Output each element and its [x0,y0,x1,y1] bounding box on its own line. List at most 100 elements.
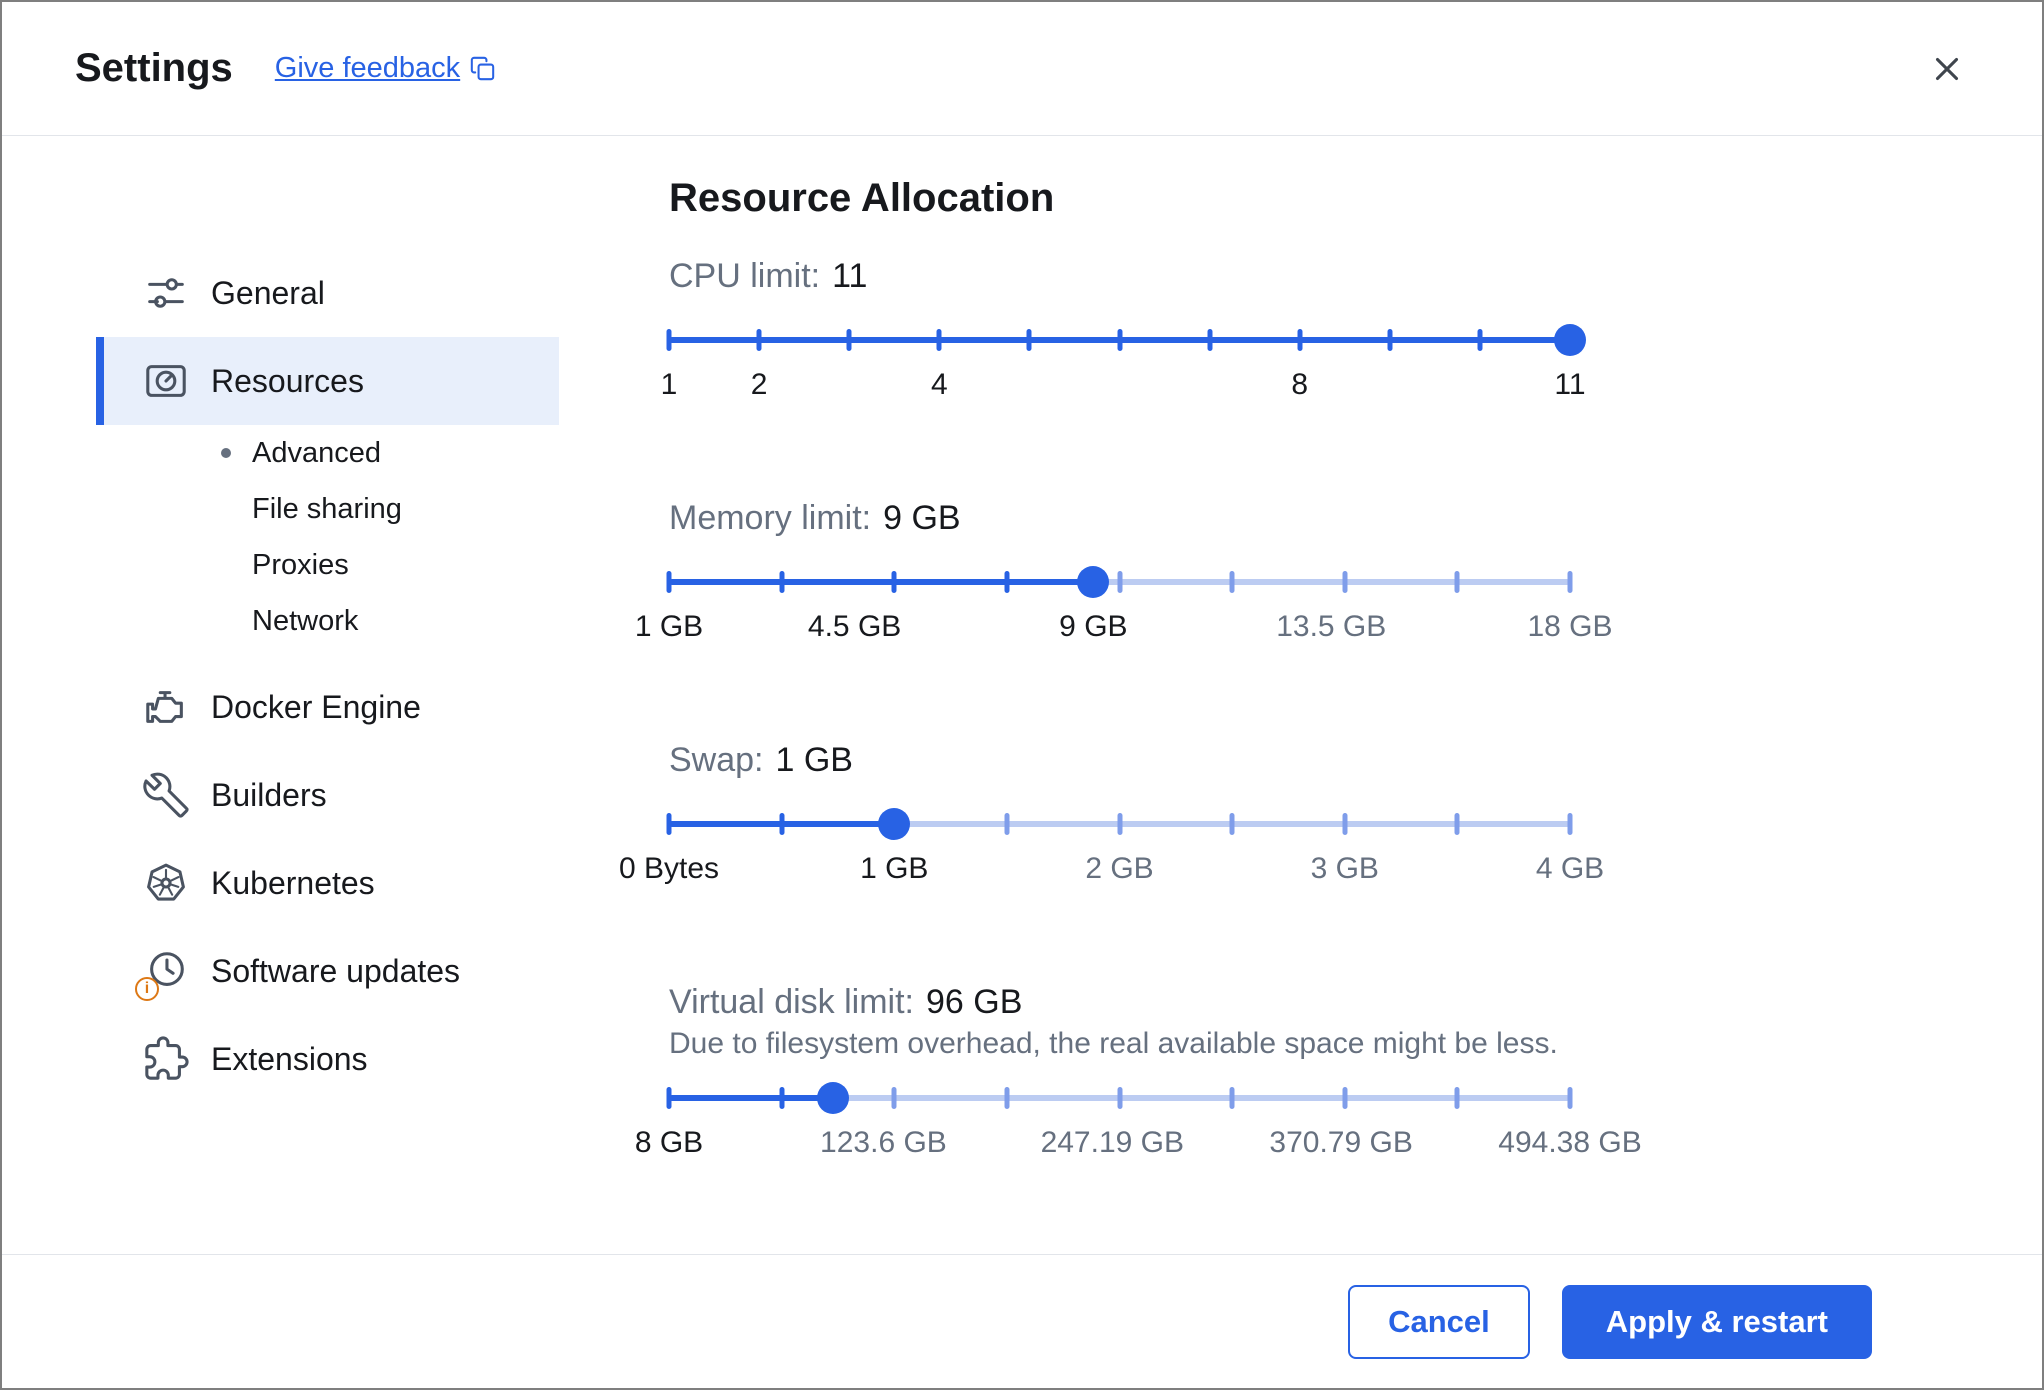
virtual-disk-limit-group: Virtual disk limit: 96 GB Due to filesys… [635,980,1642,1168]
sidebar-subitem-network[interactable]: Network [96,593,559,649]
feedback-link[interactable]: Give feedback [275,52,496,85]
memory-slider-tick [1342,571,1348,593]
cpu-tick-labels: 1 2 4 8 11 [661,368,1586,410]
virtual-disk-slider-tick [666,1087,672,1109]
section-title: Resource Allocation [669,176,1055,220]
close-icon [1928,50,1966,88]
sidebar: General Resources Advanced File sharing … [2,136,559,1254]
swap-slider-tick [1342,813,1348,835]
sidebar-subitem-label: Advanced [252,436,381,469]
swap-tick-label: 3 GB [1310,852,1379,885]
swap-label: Swap: [669,741,764,779]
memory-limit-label: Memory limit: [669,499,872,537]
sidebar-item-kubernetes[interactable]: Kubernetes [96,839,559,927]
memory-slider-track[interactable] [666,566,1573,598]
cpu-slider-tick [846,329,852,351]
wrench-icon [143,772,189,818]
memory-slider-handle[interactable] [1077,566,1110,598]
memory-slider-tick [779,571,785,593]
sidebar-item-extensions[interactable]: Extensions [96,1015,559,1103]
swap-title: Swap: 1 GB [669,738,1570,782]
sidebar-item-label: Extensions [211,1040,368,1077]
virtual-disk-note: Due to filesystem overhead, the real ava… [669,1027,1558,1060]
virtual-disk-slider-tick [891,1087,897,1109]
inactive-dot [221,560,231,570]
cpu-tick-label: 2 [750,368,768,401]
memory-slider-tick [1229,571,1235,593]
cpu-slider-tick [1297,329,1303,351]
cancel-button[interactable]: Cancel [1348,1284,1530,1359]
swap-tick-label: 1 GB [860,852,929,885]
cpu-slider-tick [756,329,762,351]
gauge-icon [143,358,189,404]
header: Settings Give feedback [2,2,2042,136]
cpu-slider-tick [1117,329,1122,351]
virtual-disk-slider-tick [1229,1087,1235,1109]
sidebar-item-label: Builders [211,776,327,813]
cpu-limit-value: 11 [832,257,868,295]
sidebar-subitem-advanced[interactable]: Advanced [96,425,559,481]
swap-slider-tick [1004,813,1010,835]
virtual-disk-slider-track[interactable] [666,1082,1573,1114]
memory-tick-label: 18 GB [1527,610,1613,643]
cpu-slider: 1 2 4 8 11 [661,324,1586,410]
page-title: Settings [75,46,233,90]
sidebar-subitem-label: Proxies [252,548,349,581]
cpu-slider-handle[interactable] [1554,324,1586,356]
swap-tick-label: 4 GB [1535,852,1605,885]
resources-subsections: Advanced File sharing Proxies Network [96,425,559,649]
memory-slider-fill [669,579,1094,585]
sidebar-item-resources[interactable]: Resources [96,337,559,425]
sidebar-item-label: Software updates [211,952,461,989]
sidebar-item-general[interactable]: General [96,249,559,337]
sidebar-item-builders[interactable]: Builders [96,751,559,839]
engine-icon [143,684,189,730]
swap-slider: 0 Bytes 1 GB 2 GB 3 GB 4 GB [619,808,1604,894]
virtual-disk-slider-tick [1454,1087,1460,1109]
sidebar-subitem-proxies[interactable]: Proxies [96,537,559,593]
cpu-slider-tick [936,329,942,351]
virtual-disk-limit-value: 96 GB [926,983,1023,1021]
memory-slider-tick [1004,571,1010,593]
swap-slider-tick [1567,813,1573,835]
swap-slider-tick [666,813,672,835]
virtual-disk-tick-labels: 8 GB 123.6 GB 247.19 GB 370.79 GB 494.38 GB [635,1126,1642,1168]
body: General Resources Advanced File sharing … [2,136,2042,1254]
virtual-disk-slider-tick [1004,1087,1010,1109]
puzzle-icon [143,1036,189,1082]
kubernetes-wheel-icon [143,860,189,906]
swap-slider-track[interactable] [666,808,1573,840]
main-content: Resource Allocation CPU limit: 11 1 2 4 8 11… [559,136,2042,1254]
cpu-limit-label: CPU limit: [669,257,821,295]
swap-value: 1 GB [775,741,853,779]
cpu-limit-title: CPU limit: 11 [669,254,1570,298]
swap-tick-label: 2 GB [1085,852,1154,885]
memory-slider-tick [1117,571,1122,593]
close-button[interactable] [1922,44,1972,94]
apply-restart-button[interactable]: Apply & restart [1561,1284,1872,1359]
cpu-slider-track[interactable] [666,324,1586,356]
sidebar-item-label: Kubernetes [211,864,375,901]
virtual-disk-slider-fill [669,1095,833,1101]
memory-slider-tick [891,571,897,593]
swap-group: Swap: 1 GB 0 Bytes 1 GB 2 GB 3 GB 4 GB [619,738,1604,894]
sidebar-item-label: Docker Engine [211,688,421,725]
swap-slider-handle[interactable] [878,808,911,840]
settings-window: Settings Give feedback General Resources… [0,0,2044,1390]
cpu-slider-tick [1026,329,1032,351]
sidebar-item-software-updates[interactable]: i Software updates [96,927,559,1015]
virtual-disk-slider-handle[interactable] [816,1082,849,1114]
cpu-slider-tick [1387,329,1393,351]
memory-slider: 1 GB 4.5 GB 9 GB 13.5 GB 18 GB [635,566,1613,652]
feedback-link-label: Give feedback [274,52,461,84]
sidebar-item-docker-engine[interactable]: Docker Engine [96,663,559,751]
sidebar-subitem-file-sharing[interactable]: File sharing [96,481,559,537]
inactive-dot [221,504,231,514]
memory-tick-label: 13.5 GB [1276,610,1387,643]
memory-limit-title: Memory limit: 9 GB [669,496,1570,540]
memory-limit-value: 9 GB [883,499,961,537]
swap-slider-tick [1229,813,1235,835]
cpu-tick-label: 1 [660,368,678,401]
virtual-disk-tick-label: 494.38 GB [1498,1126,1642,1159]
cpu-tick-label: 8 [1291,368,1309,401]
